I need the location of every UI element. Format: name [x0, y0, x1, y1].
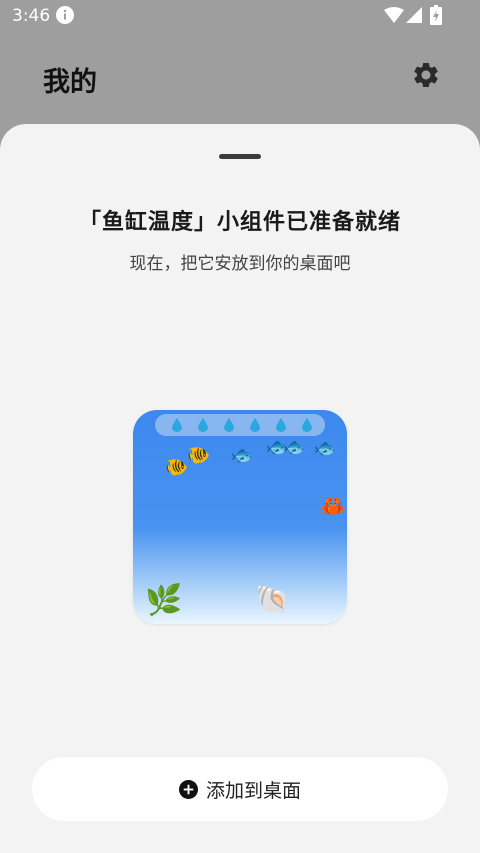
plus-circle-icon [178, 779, 198, 799]
fish-icon: 🐟 [283, 437, 306, 458]
clownfish-icon: 🐠 [163, 454, 191, 481]
fish-icon: 🐟 [231, 445, 254, 466]
add-button-label: 添加到桌面 [205, 779, 301, 802]
water-drop-icon [172, 418, 182, 432]
add-to-desktop-button[interactable]: 添加到桌面 [32, 757, 448, 821]
wifi-icon [384, 7, 404, 23]
water-drop-icon [224, 418, 234, 432]
gear-icon[interactable] [411, 60, 441, 90]
water-drop-icon [276, 418, 286, 432]
app-bar: 我的 [0, 32, 480, 122]
battery-charging-icon [430, 5, 442, 25]
drag-handle[interactable] [219, 154, 261, 159]
info-icon [56, 6, 74, 24]
water-drop-icon [250, 418, 260, 432]
bottom-sheet: 「鱼缸温度」小组件已准备就绪 现在，把它安放到你的桌面吧 🐠 🐠 🐟 🐟 🐟 🐟… [0, 124, 480, 853]
water-drop-icon [198, 418, 208, 432]
sheet-subtitle: 现在，把它安放到你的桌面吧 [129, 254, 351, 274]
shell-icon: 🐚 [255, 583, 290, 616]
signal-icon [406, 7, 422, 23]
plant-icon: 🌿 [145, 583, 183, 618]
sheet-title: 「鱼缸温度」小组件已准备就绪 [78, 210, 401, 235]
page-title: 我的 [43, 67, 97, 98]
status-bar: 3:46 [0, 0, 480, 32]
clownfish-icon: 🐠 [185, 442, 213, 469]
water-drop-icon [302, 418, 312, 432]
fish-tank-widget-preview: 🐠 🐠 🐟 🐟 🐟 🐟 🦀 🌿 🐚 [133, 410, 347, 624]
status-time: 3:46 [12, 6, 51, 26]
water-level-bar [155, 414, 325, 436]
crab-icon: 🦀 [320, 494, 347, 518]
fish-icon: 🐟 [314, 438, 337, 459]
